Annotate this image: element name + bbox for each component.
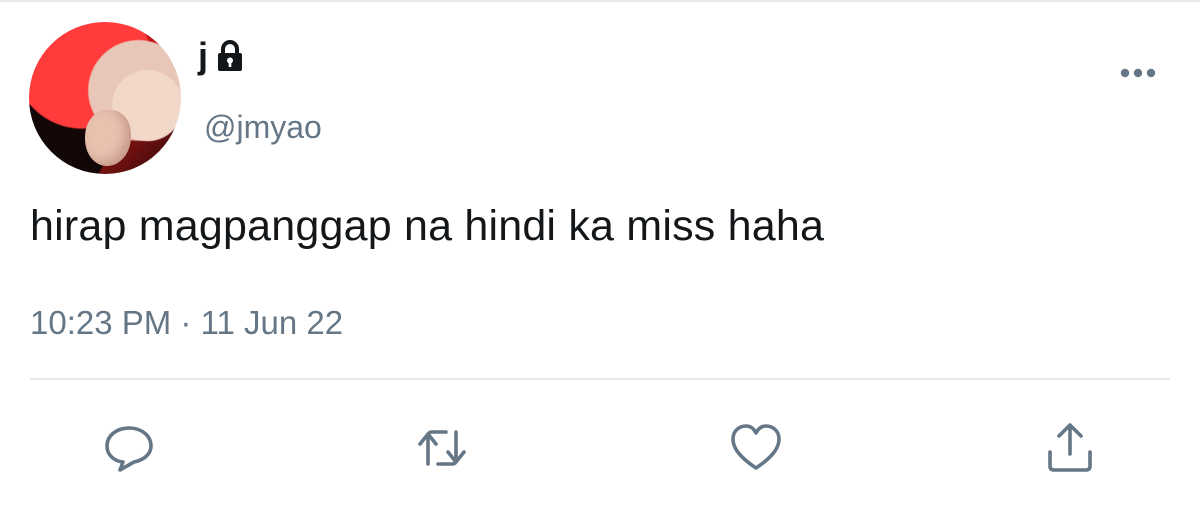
more-horizontal-icon[interactable]: [1118, 65, 1158, 81]
avatar[interactable]: [29, 22, 181, 174]
divider: [30, 378, 1170, 380]
reply-icon: [105, 426, 153, 472]
tweet-card: j @jmyao hirap magpanggap na hindi ka mi…: [0, 0, 1200, 507]
author-name-row: j: [198, 38, 248, 74]
share-button[interactable]: [1042, 420, 1098, 476]
retweet-button[interactable]: [414, 420, 470, 476]
tweet-text: hirap magpanggap na hindi ka miss haha: [30, 202, 825, 250]
tweet-timestamp[interactable]: 10:23 PM · 11 Jun 22: [30, 304, 343, 342]
retweet-icon: [418, 430, 466, 466]
heart-icon: [731, 424, 781, 470]
share-icon: [1048, 423, 1092, 472]
user-handle[interactable]: @jmyao: [204, 109, 322, 146]
lock-icon: [212, 38, 248, 74]
avatar-ear-detail: [85, 110, 131, 166]
display-name[interactable]: j: [198, 38, 208, 74]
like-button[interactable]: [728, 420, 784, 476]
reply-button[interactable]: [101, 420, 157, 476]
